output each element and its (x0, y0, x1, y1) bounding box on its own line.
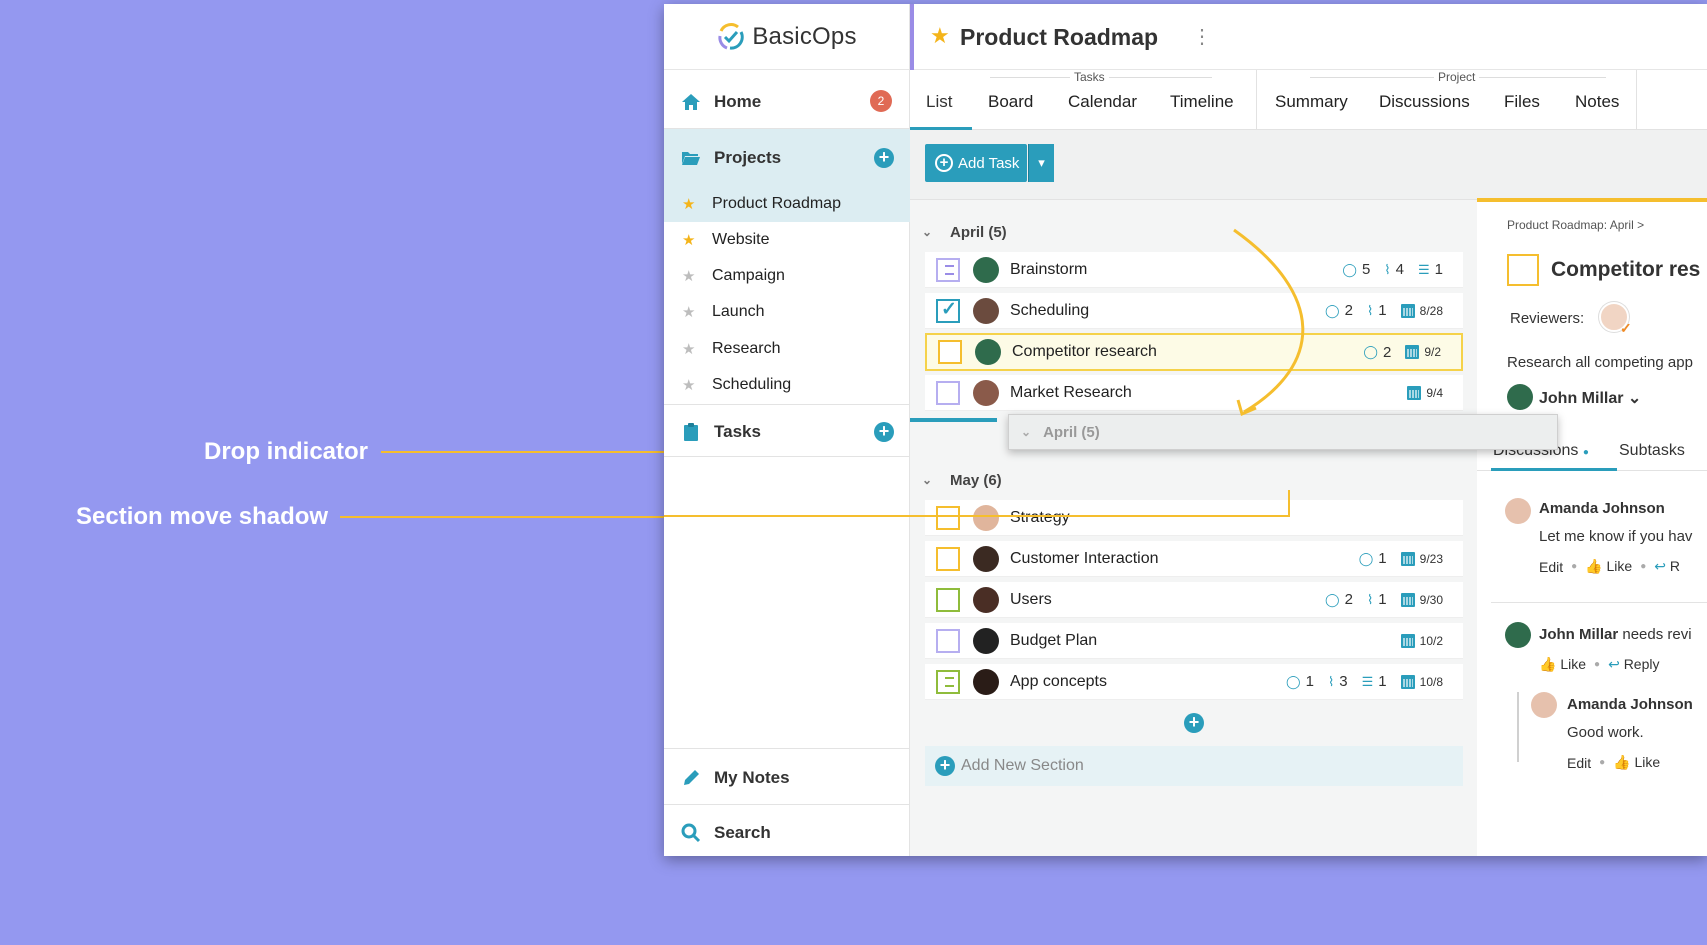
app-window: BasicOps Home 2 Projects + ★ Product Roa… (664, 4, 1707, 856)
drag-arrow-icon (664, 228, 1305, 517)
drop-indicator-callout: Drop indicator (204, 438, 369, 465)
section-move-shadow-callout: Section move shadow (76, 503, 329, 530)
